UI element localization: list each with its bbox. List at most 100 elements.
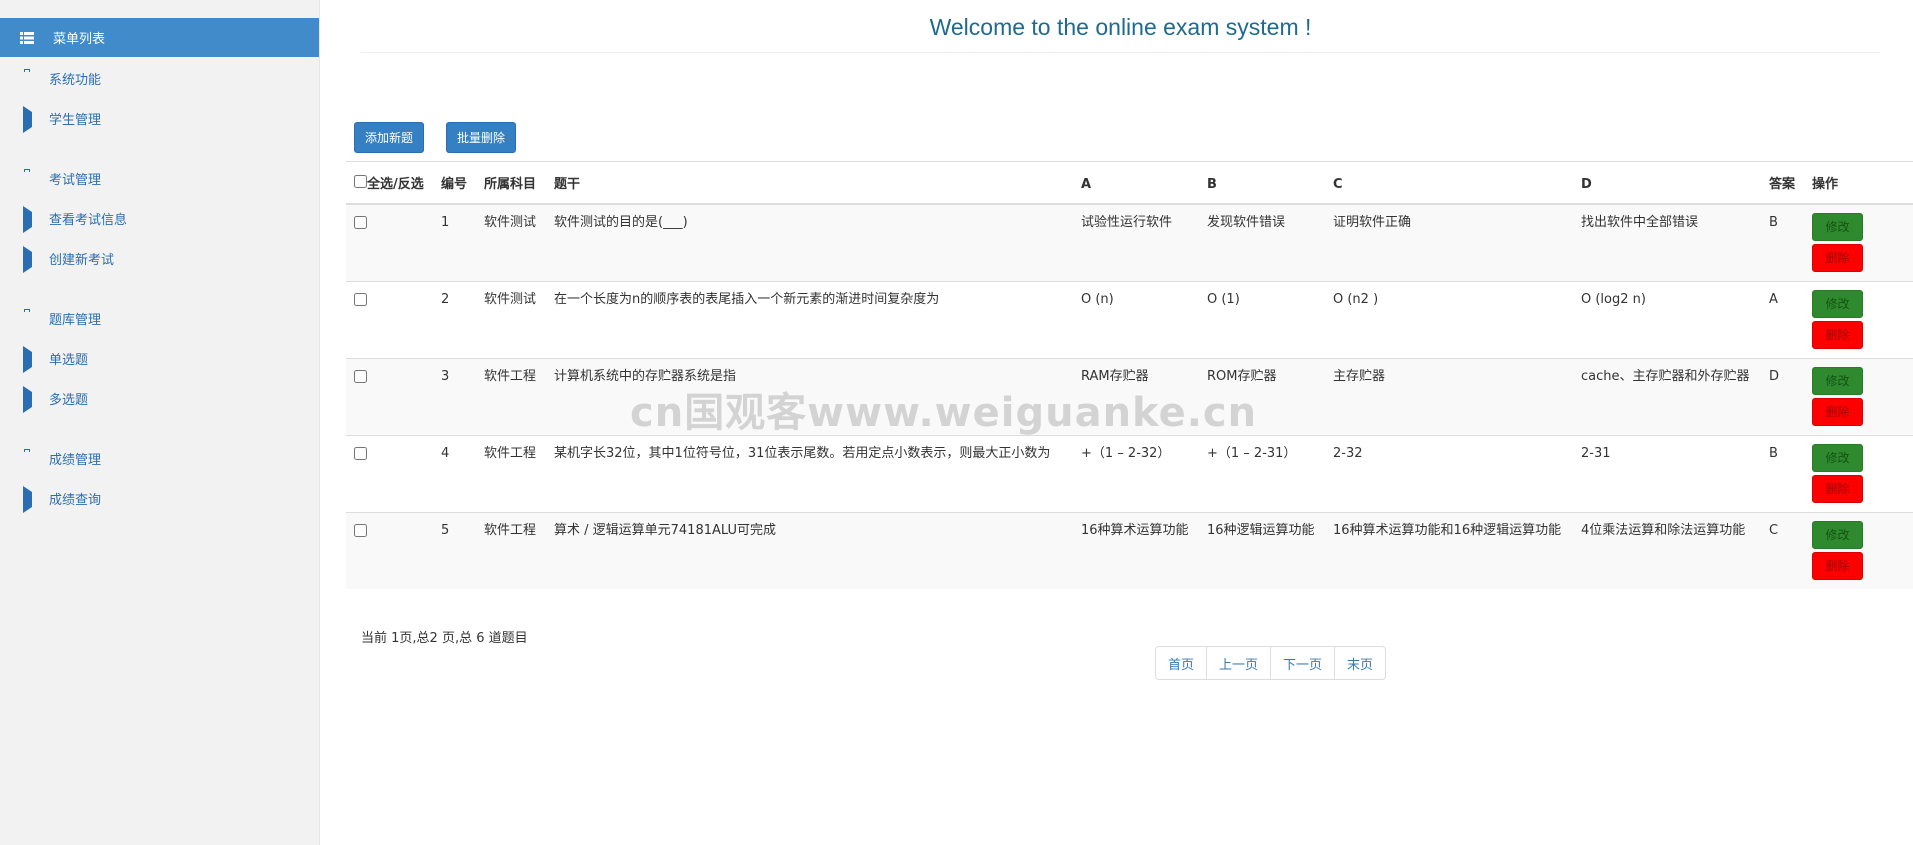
cell-b: 16种逻辑运算功能	[1199, 511, 1325, 589]
edit-button[interactable]: 修改	[1812, 213, 1863, 241]
cell-id: 3	[433, 357, 476, 435]
sidebar-item-label: 多选题	[49, 392, 89, 408]
column-header-stem: 题干	[546, 161, 1073, 205]
cell-d: cache、主存贮器和外存贮器	[1573, 357, 1761, 435]
cell-d: 4位乘法运算和除法运算功能	[1573, 511, 1761, 589]
column-header-c: C	[1325, 161, 1573, 205]
table-header-row: 全选/反选 编号 所属科目 题干 A B C D 答案 操作	[346, 161, 1913, 205]
sidebar-group-exam[interactable]: 考试管理	[0, 166, 319, 190]
cell-ops: 修改 删除	[1804, 280, 1913, 358]
last-page-link[interactable]: 末页	[1335, 647, 1385, 679]
table-row: 4 软件工程 某机字长32位，其中1位符号位，31位表示尾数。若用定点小数表示，…	[346, 434, 1913, 512]
question-table: 全选/反选 编号 所属科目 题干 A B C D 答案 操作 1 软件测试 软件…	[346, 161, 1913, 589]
column-header-subject: 所属科目	[476, 161, 546, 205]
sidebar-item-student-management[interactable]: 学生管理	[0, 106, 319, 133]
sidebar: 菜单列表 系统功能 学生管理 考试管理 查看考试信息 创建新考试 题库管理 单选…	[0, 0, 320, 845]
row-checkbox[interactable]	[354, 523, 367, 537]
cell-d: 2-31	[1573, 434, 1761, 512]
add-question-button[interactable]: 添加新题	[354, 122, 425, 153]
cell-id: 4	[433, 434, 476, 512]
delete-button[interactable]: 删除	[1812, 551, 1863, 580]
sidebar-group-scores[interactable]: 成绩管理	[0, 446, 319, 470]
caret-right-icon	[20, 206, 35, 233]
row-select-cell	[346, 511, 433, 589]
sidebar-header[interactable]: 菜单列表	[0, 18, 319, 57]
sidebar-item-label: 创建新考试	[49, 252, 115, 268]
delete-button[interactable]: 删除	[1812, 474, 1863, 503]
sidebar-group-question-bank[interactable]: 题库管理	[0, 306, 319, 330]
sidebar-item-multi-choice[interactable]: 多选题	[0, 386, 319, 413]
sidebar-item-label: 成绩查询	[49, 492, 102, 508]
cell-stem: 软件测试的目的是(___)	[546, 203, 1073, 281]
select-all-checkbox[interactable]	[354, 175, 367, 188]
cell-answer: C	[1761, 511, 1804, 589]
delete-button[interactable]: 删除	[1812, 397, 1863, 426]
cell-a: RAM存贮器	[1073, 357, 1199, 435]
cell-subject: 软件工程	[476, 357, 546, 435]
sidebar-item-label: 学生管理	[49, 112, 102, 128]
cell-answer: D	[1761, 357, 1804, 435]
cell-d: 找出软件中全部错误	[1573, 203, 1761, 281]
cell-a: 试验性运行软件	[1073, 203, 1199, 281]
batch-delete-button[interactable]: 批量删除	[446, 122, 517, 153]
pagination-info: 当前 1页,总2 页,总 6 道题目	[361, 631, 528, 646]
page-title: Welcome to the online exam system !	[929, 14, 1312, 40]
caret-right-icon	[20, 386, 35, 413]
sidebar-item-label: 单选题	[49, 352, 89, 368]
row-select-cell	[346, 434, 433, 512]
caret-right-icon	[20, 106, 35, 133]
cell-a: +（1 – 2-32）	[1073, 434, 1199, 512]
cell-answer: A	[1761, 280, 1804, 358]
sidebar-group-label: 成绩管理	[49, 452, 102, 468]
cell-id: 5	[433, 511, 476, 589]
sidebar-item-score-query[interactable]: 成绩查询	[0, 486, 319, 513]
sidebar-item-view-exam[interactable]: 查看考试信息	[0, 206, 319, 233]
column-header-ops: 操作	[1804, 161, 1913, 205]
edit-button[interactable]: 修改	[1812, 366, 1863, 395]
next-page-link[interactable]: 下一页	[1271, 647, 1336, 679]
cell-c: 证明软件正确	[1325, 203, 1573, 281]
edit-button[interactable]: 修改	[1812, 520, 1863, 549]
column-header-answer: 答案	[1761, 161, 1804, 205]
title-divider	[361, 52, 1880, 53]
cell-stem: 算术 / 逻辑运算单元74181ALU可完成	[546, 511, 1073, 589]
row-checkbox[interactable]	[354, 446, 367, 460]
delete-button[interactable]: 删除	[1812, 320, 1863, 349]
sidebar-item-label: 查看考试信息	[49, 212, 128, 228]
column-header-a: A	[1073, 161, 1199, 205]
caret-right-icon	[20, 246, 35, 273]
row-checkbox[interactable]	[354, 292, 367, 306]
briefcase-icon	[20, 72, 35, 84]
sidebar-item-create-exam[interactable]: 创建新考试	[0, 246, 319, 273]
cell-ops: 修改 删除	[1804, 357, 1913, 435]
cell-c: 主存贮器	[1325, 357, 1573, 435]
cell-stem: 某机字长32位，其中1位符号位，31位表示尾数。若用定点小数表示，则最大正小数为	[546, 434, 1073, 512]
briefcase-icon	[20, 452, 35, 464]
cell-stem: 在一个长度为n的顺序表的表尾插入一个新元素的渐进时间复杂度为	[546, 280, 1073, 358]
pagination: 首页 上一页 下一页 末页	[1155, 646, 1387, 680]
sidebar-group-system[interactable]: 系统功能	[0, 66, 319, 90]
edit-button[interactable]: 修改	[1812, 289, 1863, 318]
table-row: 2 软件测试 在一个长度为n的顺序表的表尾插入一个新元素的渐进时间复杂度为 O …	[346, 280, 1913, 358]
list-icon	[20, 31, 34, 44]
cell-c: 2-32	[1325, 434, 1573, 512]
cell-c: O (n2 )	[1325, 280, 1573, 358]
row-select-cell	[346, 203, 433, 281]
sidebar-group-label: 考试管理	[49, 172, 102, 188]
delete-button[interactable]: 删除	[1812, 244, 1863, 272]
table-row: 3 软件工程 计算机系统中的存贮器系统是指 RAM存贮器 ROM存贮器 主存贮器…	[346, 357, 1913, 435]
prev-page-link[interactable]: 上一页	[1207, 647, 1272, 679]
sidebar-item-single-choice[interactable]: 单选题	[0, 346, 319, 373]
select-all-label: 全选/反选	[367, 177, 424, 192]
row-checkbox[interactable]	[354, 216, 367, 229]
caret-right-icon	[20, 346, 35, 373]
row-checkbox[interactable]	[354, 369, 367, 383]
row-select-cell	[346, 357, 433, 435]
cell-subject: 软件测试	[476, 203, 546, 281]
cell-id: 2	[433, 280, 476, 358]
sidebar-group-label: 系统功能	[49, 72, 102, 88]
row-select-cell	[346, 280, 433, 358]
edit-button[interactable]: 修改	[1812, 443, 1863, 472]
cell-subject: 软件工程	[476, 511, 546, 589]
first-page-link[interactable]: 首页	[1156, 647, 1208, 679]
